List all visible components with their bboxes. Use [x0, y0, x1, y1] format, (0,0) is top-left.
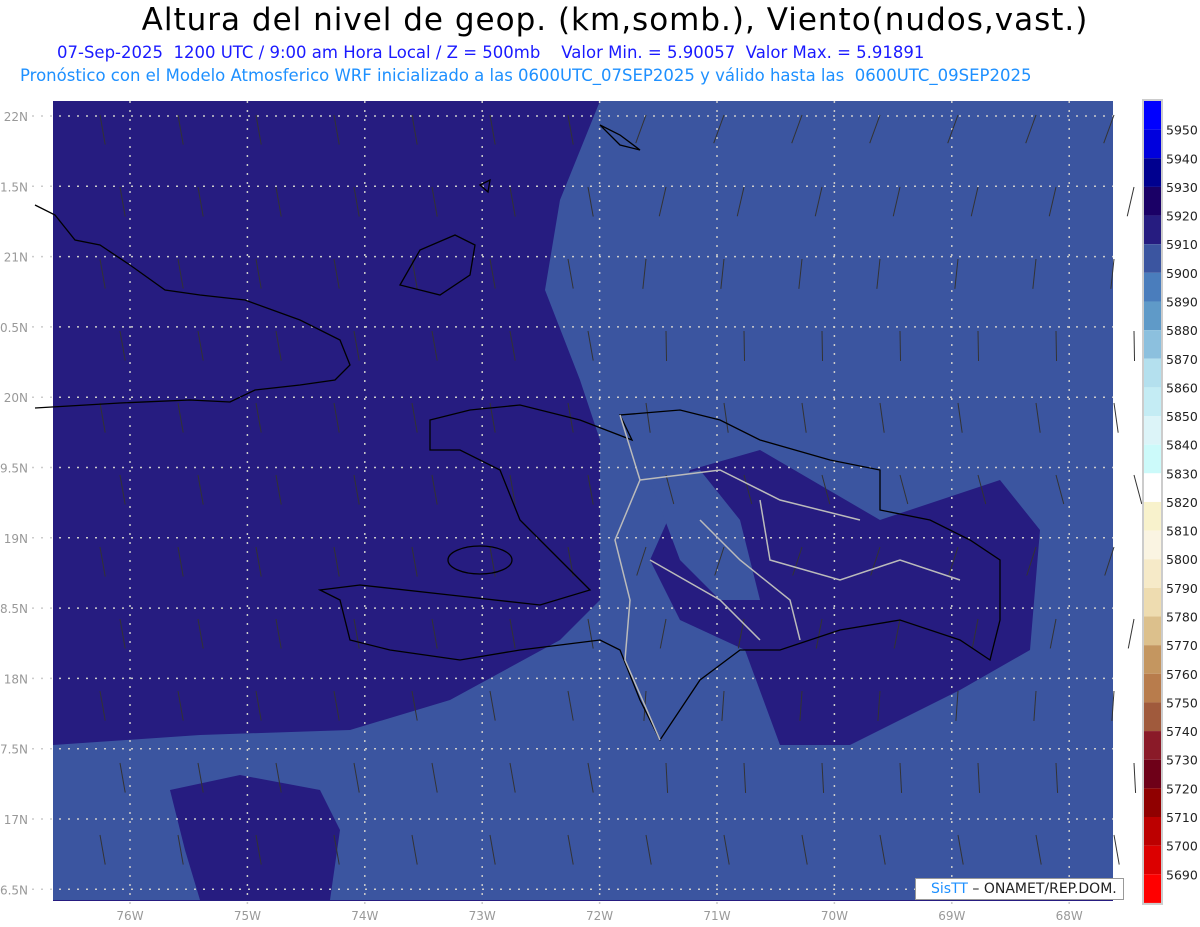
- lon-label: 75W: [234, 909, 261, 923]
- colorbar-swatch: [1144, 817, 1161, 846]
- wind-barb: [1133, 330, 1136, 362]
- lat-label: 9.5N: [0, 462, 28, 476]
- colorbar-swatch: [1144, 444, 1161, 474]
- colorbar-swatch: [1144, 731, 1161, 760]
- colorbar-label: 5700: [1166, 839, 1198, 854]
- lon-label: 73W: [469, 909, 496, 923]
- colorbar-swatch: [1144, 215, 1161, 245]
- colorbar-swatch: [1144, 845, 1161, 875]
- wind-barb: [977, 330, 980, 362]
- map: 22N 1.5N 21N 0.5N 20N 9.5N 19N 8.5N 18N 7.5N 17N 6.…: [0, 99, 1198, 923]
- colorbar-swatch: [1144, 158, 1161, 187]
- colorbar-label: 5940: [1166, 151, 1198, 166]
- colorbar-swatch: [1144, 330, 1161, 359]
- wind-barb: [1126, 186, 1135, 217]
- colorbar-swatch: [1144, 788, 1161, 817]
- colorbar-swatch: [1144, 244, 1161, 273]
- colorbar-swatch: [1144, 301, 1161, 331]
- wind-barb: [1133, 762, 1137, 793]
- forecast-info: Pronóstico con el Modelo Atmosferico WRF…: [20, 66, 1032, 85]
- wind-barb: [1113, 402, 1119, 433]
- colorbar-label: 5920: [1166, 209, 1198, 224]
- wind-barb: [743, 330, 746, 362]
- colorbar-swatch: [1144, 874, 1161, 903]
- colorbar-swatch: [1144, 272, 1161, 302]
- colorbar-label: 5910: [1166, 237, 1198, 252]
- lat-label: 17N: [4, 813, 28, 827]
- colorbar-label: 5730: [1166, 753, 1198, 768]
- colorbar-label: 5830: [1166, 466, 1198, 481]
- colorbar-label: 5930: [1166, 180, 1198, 195]
- colorbar-label: 5720: [1166, 781, 1198, 796]
- colorbar-label: 5840: [1166, 438, 1198, 453]
- wind-barb: [665, 330, 668, 362]
- colorbar: 5950 5940 5930 5920 5910 5900 5890 5880 5870 5860…: [1142, 99, 1198, 905]
- colorbar-swatch: [1144, 129, 1161, 159]
- wind-barb: [821, 330, 824, 362]
- colorbar-swatch: [1144, 559, 1161, 588]
- colorbar-swatch: [1144, 587, 1161, 617]
- lat-label: 20N: [4, 391, 28, 405]
- logo: SisTT – ONAMET/REP.DOM.: [915, 878, 1124, 900]
- lon-label: 74W: [351, 909, 378, 923]
- wind-barb: [1113, 834, 1120, 865]
- colorbar-swatch: [1144, 702, 1161, 732]
- colorbar-swatch: [1144, 673, 1161, 703]
- colorbar-swatch: [1144, 358, 1161, 388]
- colorbar-label: 5850: [1166, 409, 1198, 424]
- colorbar-label: 5800: [1166, 552, 1198, 567]
- colorbar-label: 5750: [1166, 695, 1198, 710]
- lat-label: 8.5N: [0, 602, 28, 616]
- colorbar-label: 5860: [1166, 380, 1198, 395]
- colorbar-label: 5820: [1166, 495, 1198, 510]
- colorbar-label: 5950: [1166, 123, 1198, 138]
- colorbar-swatch: [1144, 530, 1161, 560]
- wind-barb: [1055, 330, 1058, 362]
- chart-title: Altura del nivel de geop. (km,somb.), Vi…: [141, 2, 1089, 38]
- logo-brand: SisTT: [931, 881, 968, 897]
- colorbar-swatch: [1144, 387, 1161, 417]
- lat-label: 18N: [4, 672, 28, 686]
- colorbar-label: 5770: [1166, 638, 1198, 653]
- wind-barb: [1133, 474, 1143, 505]
- colorbar-label: 5780: [1166, 610, 1198, 625]
- lon-label: 68W: [1056, 909, 1083, 923]
- colorbar-label: 5880: [1166, 323, 1198, 338]
- lon-label: 76W: [116, 909, 143, 923]
- colorbar-label: 5760: [1166, 667, 1198, 682]
- lon-label: 70W: [821, 909, 848, 923]
- lat-label: 22N: [4, 110, 28, 124]
- colorbar-label: 5790: [1166, 581, 1198, 596]
- colorbar-label: 5710: [1166, 810, 1198, 825]
- lat-label: 6.5N: [0, 883, 28, 897]
- colorbar-label: 5690: [1166, 867, 1198, 882]
- colorbar-label: 5900: [1166, 266, 1198, 281]
- colorbar-label: 5890: [1166, 294, 1198, 309]
- colorbar-label: 5740: [1166, 724, 1198, 739]
- lat-label: 7.5N: [0, 743, 28, 757]
- colorbar-swatch: [1144, 186, 1161, 216]
- wind-barb: [1127, 618, 1135, 649]
- lat-label: 0.5N: [0, 321, 28, 335]
- wind-barb: [899, 330, 902, 362]
- colorbar-swatch: [1144, 101, 1161, 130]
- subtitle: 07-Sep-2025 1200 UTC / 9:00 am Hora Loca…: [57, 43, 925, 62]
- colorbar-swatch: [1144, 473, 1161, 502]
- colorbar-label: 5870: [1166, 352, 1198, 367]
- lat-label: 19N: [4, 532, 28, 546]
- lat-label: 1.5N: [0, 180, 28, 194]
- logo-credit: – ONAMET/REP.DOM.: [972, 881, 1117, 897]
- lon-label: 69W: [938, 909, 965, 923]
- colorbar-swatch: [1144, 616, 1161, 646]
- colorbar-swatch: [1144, 645, 1161, 674]
- dark-region-south: [170, 775, 340, 900]
- colorbar-swatch: [1144, 759, 1161, 789]
- colorbar-swatch: [1144, 501, 1161, 531]
- lon-label: 72W: [586, 909, 613, 923]
- colorbar-label: 5810: [1166, 524, 1198, 539]
- colorbar-swatch: [1144, 416, 1161, 445]
- lat-label: 21N: [4, 251, 28, 265]
- lon-label: 71W: [703, 909, 730, 923]
